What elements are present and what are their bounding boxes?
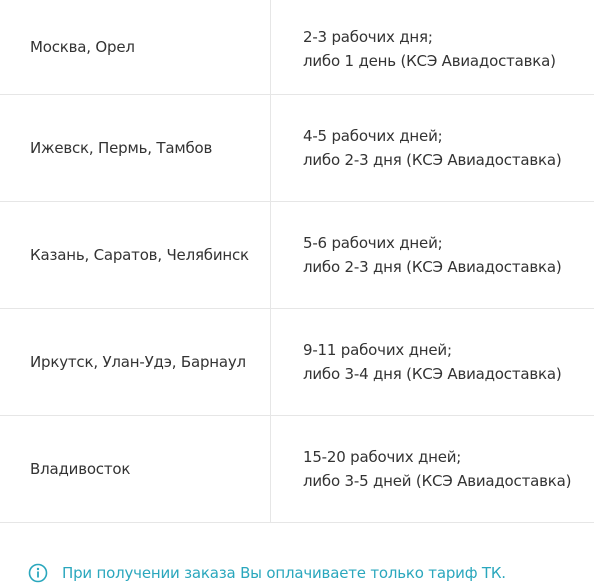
delivery-time-line: либо 3-4 дня (КСЭ Авиадоставка) <box>303 365 562 383</box>
city-cell: Владивосток <box>0 416 271 522</box>
delivery-time-cell: 5-6 рабочих дней; либо 2-3 дня (КСЭ Авиа… <box>271 202 594 308</box>
delivery-time-line: 9-11 рабочих дней; <box>303 341 452 359</box>
table-row: Иркутск, Улан-Удэ, Барнаул 9-11 рабочих … <box>0 309 594 416</box>
table-row: Владивосток 15-20 рабочих дней; либо 3-5… <box>0 416 594 523</box>
table-row: Ижевск, Пермь, Тамбов 4-5 рабочих дней; … <box>0 95 594 202</box>
city-cell: Ижевск, Пермь, Тамбов <box>0 95 271 201</box>
delivery-time-cell: 2-3 рабочих дня; либо 1 день (КСЭ Авиадо… <box>271 0 594 94</box>
city-cell: Казань, Саратов, Челябинск <box>0 202 271 308</box>
payment-note-text: При получении заказа Вы оплачиваете толь… <box>62 564 506 582</box>
info-icon <box>28 563 48 583</box>
payment-note: При получении заказа Вы оплачиваете толь… <box>28 563 506 583</box>
city-cell: Москва, Орел <box>0 0 271 94</box>
delivery-time-cell: 9-11 рабочих дней; либо 3-4 дня (КСЭ Ави… <box>271 309 594 415</box>
delivery-time-line: либо 3-5 дней (КСЭ Авиадоставка) <box>303 472 572 490</box>
delivery-time-line: 4-5 рабочих дней; <box>303 127 443 145</box>
delivery-times-table: Москва, Орел 2-3 рабочих дня; либо 1 ден… <box>0 0 594 523</box>
delivery-time-line: либо 1 день (КСЭ Авиадоставка) <box>303 52 556 70</box>
delivery-time-cell: 15-20 рабочих дней; либо 3-5 дней (КСЭ А… <box>271 416 594 522</box>
delivery-time-line: либо 2-3 дня (КСЭ Авиадоставка) <box>303 151 562 169</box>
delivery-time-line: либо 2-3 дня (КСЭ Авиадоставка) <box>303 258 562 276</box>
delivery-time-line: 2-3 рабочих дня; <box>303 28 433 46</box>
delivery-time-line: 15-20 рабочих дней; <box>303 448 462 466</box>
city-cell: Иркутск, Улан-Удэ, Барнаул <box>0 309 271 415</box>
delivery-time-cell: 4-5 рабочих дней; либо 2-3 дня (КСЭ Авиа… <box>271 95 594 201</box>
table-row: Москва, Орел 2-3 рабочих дня; либо 1 ден… <box>0 0 594 95</box>
delivery-time-line: 5-6 рабочих дней; <box>303 234 443 252</box>
table-row: Казань, Саратов, Челябинск 5-6 рабочих д… <box>0 202 594 309</box>
